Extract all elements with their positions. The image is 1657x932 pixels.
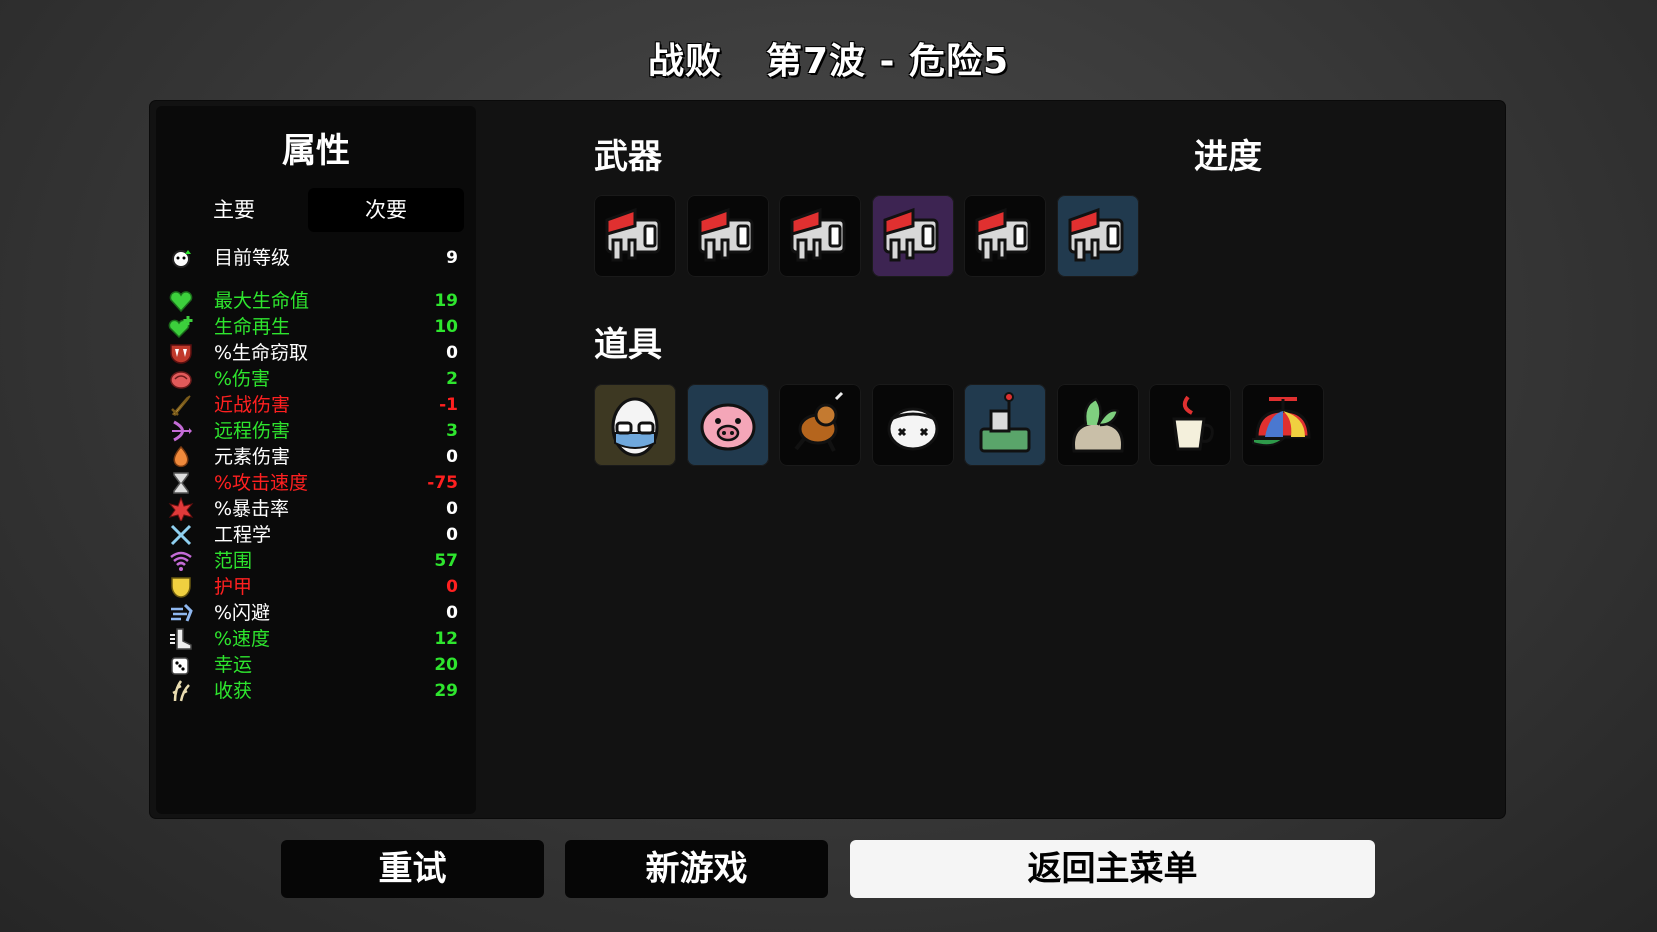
weapons-title: 武器 [594, 137, 662, 177]
stat-name: 生命再生 [214, 316, 291, 338]
stats-title: 属性 [282, 131, 350, 171]
stat-name: 收获 [214, 680, 253, 702]
stat-value: -75 [427, 473, 458, 493]
stat-name: 工程学 [214, 524, 272, 546]
stat-value: 57 [434, 551, 458, 571]
stat-row: 元素伤害 0 [168, 444, 458, 470]
stat-value: 3 [446, 421, 458, 441]
item-slot[interactable] [964, 384, 1046, 466]
stat-row: 近战伤害 -1 [168, 392, 458, 418]
wave-danger-label: 第7波 - 危险5 [765, 41, 1010, 82]
stat-name: 最大生命值 [214, 290, 310, 312]
item-slot[interactable] [1056, 384, 1139, 466]
heart-plus-icon [168, 315, 194, 339]
tab-main[interactable]: 主要 [156, 188, 312, 232]
boot-icon [168, 627, 194, 651]
stat-name: 幸运 [214, 654, 253, 676]
weapon-slot[interactable] [871, 195, 954, 277]
bow-icon [168, 419, 194, 443]
harvest-icon [168, 679, 194, 703]
weapon-slot[interactable] [686, 195, 769, 277]
main-menu-button[interactable]: 返回主菜单 [850, 840, 1375, 898]
stat-name: %速度 [214, 628, 271, 650]
weapon-slot[interactable] [1056, 195, 1139, 277]
stat-row: 最大生命值 19 [168, 288, 458, 314]
wrench-icon [168, 523, 194, 547]
stat-name: %伤害 [214, 368, 271, 390]
stat-name: 护甲 [214, 576, 253, 598]
item-slot[interactable] [1241, 384, 1324, 466]
range-icon [168, 549, 194, 573]
hourglass-icon [168, 471, 194, 495]
item-slot[interactable] [1149, 384, 1231, 466]
stat-value: 9 [446, 248, 458, 268]
stat-row: 幸运 20 [168, 652, 458, 678]
item-slot[interactable] [779, 384, 861, 466]
stat-value: 19 [434, 291, 458, 311]
stat-value: 0 [446, 603, 458, 623]
stat-row: %攻击速度 -75 [168, 470, 458, 496]
tab-secondary[interactable]: 次要 [308, 188, 464, 232]
stat-value: 0 [446, 343, 458, 363]
stat-name: %暴击率 [214, 498, 290, 520]
crit-icon [168, 496, 194, 524]
weapon-slot[interactable] [964, 195, 1046, 277]
weapon-slot[interactable] [779, 195, 861, 277]
run-result-header: 战败 第7波 - 危险5 [0, 32, 1657, 84]
stat-name: 近战伤害 [214, 394, 291, 416]
fang-icon [168, 341, 194, 365]
items-title: 道具 [594, 325, 662, 365]
results-panel: 属性 主要 次要 目前等级 9 最大生命值 19 生命再生 10 %生命窃取 0 %伤害 2 近战伤… [150, 101, 1505, 818]
stat-value: 0 [446, 577, 458, 597]
stat-value: 0 [446, 499, 458, 519]
item-slot[interactable] [871, 384, 954, 466]
stat-row: 护甲 0 [168, 574, 458, 600]
stat-value: 12 [434, 629, 458, 649]
muscle-icon [168, 367, 194, 391]
stat-row: %速度 12 [168, 626, 458, 652]
stat-value: 20 [434, 655, 458, 675]
new-game-button[interactable]: 新游戏 [565, 840, 828, 898]
stat-row: %生命窃取 0 [168, 340, 458, 366]
stat-name: 元素伤害 [214, 446, 291, 468]
weapon-slot[interactable] [594, 195, 676, 277]
stats-panel: 属性 主要 次要 目前等级 9 最大生命值 19 生命再生 10 %生命窃取 0 %伤害 2 近战伤… [156, 106, 476, 814]
dodge-icon [168, 601, 194, 625]
stat-value: 10 [434, 317, 458, 337]
stat-row: 收获 29 [168, 678, 458, 704]
defeat-label: 战败 [647, 41, 722, 82]
stat-name: 远程伤害 [214, 420, 291, 442]
stat-name: 目前等级 [214, 247, 291, 269]
stat-row: %闪避 0 [168, 600, 458, 626]
heart-icon [168, 289, 194, 313]
stat-value: 29 [434, 681, 458, 701]
stat-name: %生命窃取 [214, 342, 309, 364]
stat-row: 工程学 0 [168, 522, 458, 548]
stat-row: %伤害 2 [168, 366, 458, 392]
stat-row: 目前等级 9 [168, 245, 458, 271]
stat-value: 0 [446, 525, 458, 545]
dice-icon [168, 653, 194, 677]
stat-row: 远程伤害 3 [168, 418, 458, 444]
sword-icon [168, 393, 194, 417]
shield-icon [168, 575, 194, 599]
stat-value: -1 [439, 395, 458, 415]
stat-name: %攻击速度 [214, 472, 309, 494]
stat-value: 2 [446, 369, 458, 389]
retry-button[interactable]: 重试 [281, 840, 544, 898]
stat-row: 生命再生 10 [168, 314, 458, 340]
stat-row: 范围 57 [168, 548, 458, 574]
stat-row: %暴击率 0 [168, 496, 458, 524]
item-slot[interactable] [594, 384, 676, 466]
level-icon [168, 246, 194, 270]
progress-title: 进度 [1194, 137, 1262, 177]
flame-icon [168, 445, 194, 469]
stat-name: %闪避 [214, 602, 271, 624]
stat-value: 0 [446, 447, 458, 467]
item-slot[interactable] [686, 384, 769, 466]
stat-name: 范围 [214, 550, 253, 572]
